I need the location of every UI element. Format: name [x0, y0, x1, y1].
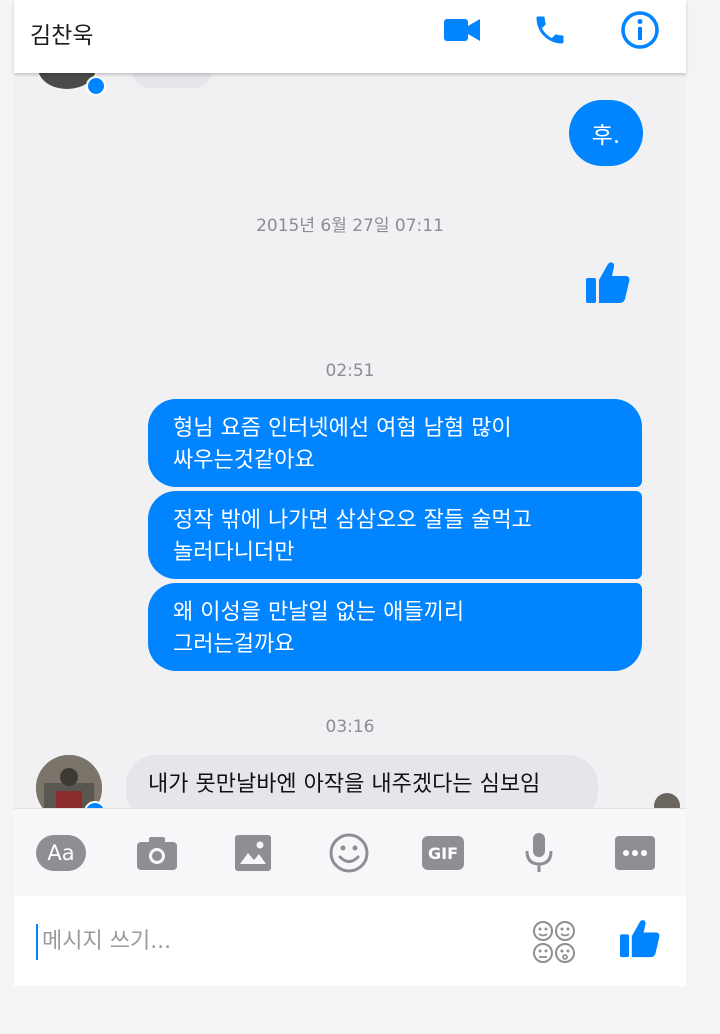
contact-avatar[interactable]	[36, 755, 102, 808]
message-bubble-outgoing[interactable]: 형님 요즘 인터넷에선 여혐 남혐 많이 싸우는것같아요	[148, 399, 642, 487]
message-composer: 메시지 쓰기...	[14, 896, 686, 986]
more-options-icon[interactable]	[610, 831, 660, 875]
text-format-button[interactable]: Aa	[36, 831, 86, 875]
message-list[interactable]: 후. 2015년 6월 27일 07:11 02:51 형님 요즘 인터넷에선 …	[14, 73, 686, 808]
message-bubble-incoming[interactable]: 내가 못만날바엔 아작을 내주겠다는 심보임	[126, 755, 598, 808]
video-call-icon[interactable]	[442, 10, 482, 50]
message-bubble-incoming[interactable]	[132, 73, 212, 88]
gif-label: GIF	[422, 836, 464, 870]
composer-toolbar: Aa GIF	[14, 808, 686, 897]
like-button-icon[interactable]	[620, 918, 660, 962]
message-bubble-outgoing[interactable]: 정작 밖에 나가면 삼삼오오 잘들 술먹고 놀러다니더만	[148, 491, 642, 579]
microphone-icon[interactable]	[514, 831, 564, 875]
read-receipt-avatar	[654, 793, 680, 808]
gallery-icon[interactable]	[228, 831, 278, 875]
text-format-label: Aa	[36, 835, 86, 871]
gif-button[interactable]: GIF	[418, 831, 468, 875]
info-icon[interactable]	[620, 10, 660, 50]
messenger-badge-icon	[86, 76, 106, 96]
contact-name[interactable]: 김찬욱	[30, 16, 93, 50]
phone-call-icon[interactable]	[530, 10, 570, 50]
timestamp: 02:51	[325, 361, 375, 381]
like-sticker-icon[interactable]	[586, 261, 630, 307]
message-input[interactable]: 메시지 쓰기...	[36, 924, 502, 960]
timestamp: 2015년 6월 27일 07:11	[256, 216, 444, 236]
emoji-icon[interactable]	[324, 831, 374, 875]
message-bubble-outgoing[interactable]: 왜 이성을 만날일 없는 애들끼리 그러는걸까요	[148, 583, 642, 671]
camera-icon[interactable]	[132, 831, 182, 875]
conversation-header: 김찬욱	[14, 0, 686, 73]
message-bubble-outgoing[interactable]: 후.	[569, 100, 643, 166]
reactions-icon[interactable]	[532, 920, 576, 964]
timestamp: 03:16	[325, 717, 375, 737]
